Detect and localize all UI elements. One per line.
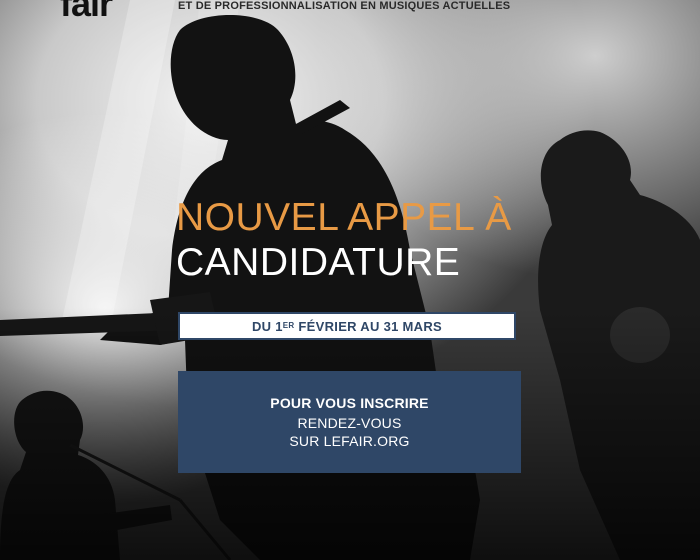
date-range-badge: DU 1 ER FÉVRIER AU 31 MARS [178, 312, 516, 340]
headline-line-2: CANDIDATURE [176, 241, 461, 284]
headline: NOUVEL APPEL À CANDIDATURE [176, 198, 526, 282]
signup-call-to-action: POUR VOUS INSCRIRE RENDEZ-VOUS SUR LEFAI… [178, 371, 521, 473]
date-prefix: DU 1 [251, 318, 283, 334]
cta-line-1: RENDEZ-VOUS [297, 414, 402, 431]
cta-title: POUR VOUS INSCRIRE [270, 394, 429, 411]
date-suffix: FÉVRIER AU 31 MARS [294, 318, 443, 334]
logo: fair [60, 0, 113, 24]
tagline: ET DE PROFESSIONNALISATION EN MUSIQUES A… [178, 0, 511, 12]
date-superscript: ER [282, 320, 295, 330]
cta-website-link[interactable]: SUR LEFAIR.ORG [289, 432, 409, 450]
headline-line-1: NOUVEL APPEL À [176, 196, 512, 239]
